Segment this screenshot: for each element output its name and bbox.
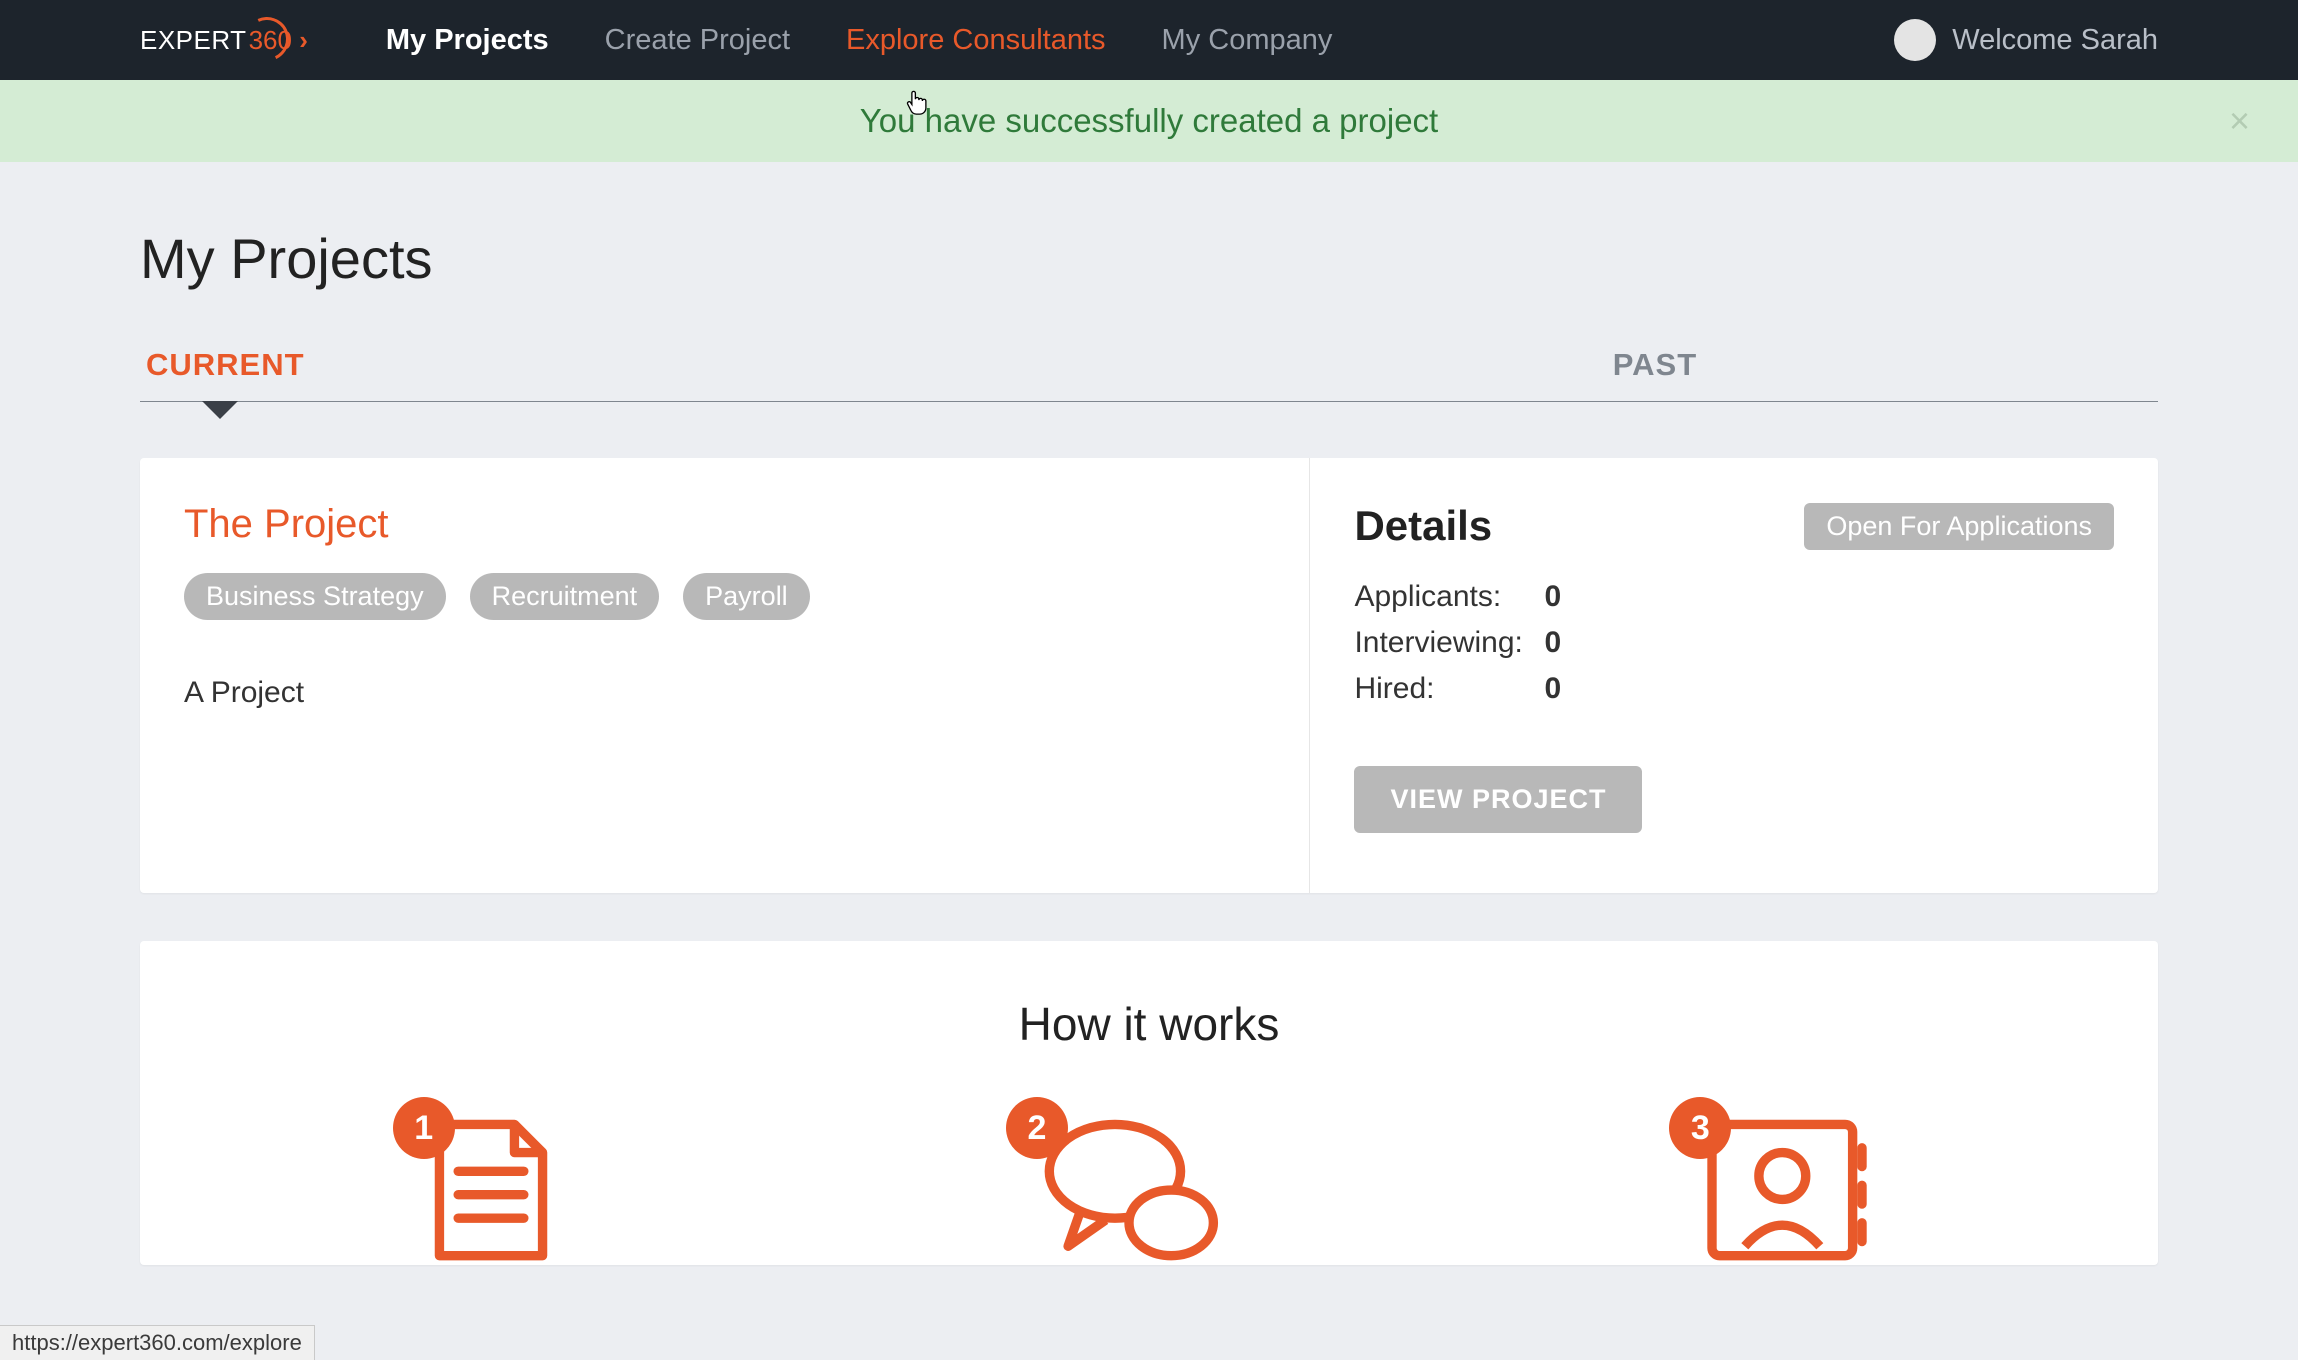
brand-logo[interactable]: EXPERT 360 › [140,25,308,56]
stat-value: 0 [1544,672,1561,706]
status-badge: Open For Applications [1804,503,2114,550]
welcome-text: Welcome Sarah [1952,24,2158,57]
stat-interviewing: Interviewing: 0 [1354,626,2114,660]
close-icon[interactable]: × [2229,100,2250,142]
view-project-button[interactable]: VIEW PROJECT [1354,766,1642,833]
stat-applicants: Applicants: 0 [1354,580,2114,614]
brand-text-a: EXPERT [140,25,247,56]
brand-text-b: 360 › [249,25,308,56]
stat-label: Interviewing: [1354,626,1544,660]
project-tags: Business Strategy Recruitment Payroll [184,573,1257,620]
nav-explore-consultants[interactable]: Explore Consultants [846,24,1106,57]
step-1: 1 [421,1115,561,1265]
tab-indicator-icon [202,401,238,419]
tag-recruitment[interactable]: Recruitment [470,573,660,620]
project-main: The Project Business Strategy Recruitmen… [140,458,1310,893]
how-it-works-card: How it works 1 2 [140,941,2158,1265]
how-it-works-steps: 1 2 3 [184,1115,2114,1265]
tag-payroll[interactable]: Payroll [683,573,810,620]
project-card: The Project Business Strategy Recruitmen… [140,458,2158,893]
user-area[interactable]: Welcome Sarah [1894,19,2158,61]
project-title[interactable]: The Project [184,502,1257,547]
step-3: 3 [1697,1115,1877,1265]
project-details: Details Open For Applications Applicants… [1310,458,2158,893]
nav-my-company[interactable]: My Company [1162,24,1333,57]
status-bar-url: https://expert360.com/explore [0,1325,315,1360]
stat-value: 0 [1544,626,1561,660]
top-nav: EXPERT 360 › My Projects Create Project … [0,0,2298,80]
flash-message: You have successfully created a project [860,102,1438,140]
project-tabs: CURRENT PAST [140,347,2158,402]
nav-create-project[interactable]: Create Project [605,24,790,57]
details-heading: Details [1354,502,1492,550]
nav-my-projects[interactable]: My Projects [386,24,549,57]
flash-banner: You have successfully created a project … [0,80,2298,162]
tab-past[interactable]: PAST [1152,347,2158,401]
step-number-badge: 3 [1669,1097,1731,1159]
stat-label: Applicants: [1354,580,1544,614]
stat-hired: Hired: 0 [1354,672,2114,706]
step-number-badge: 1 [393,1097,455,1159]
page-title: My Projects [140,226,2158,291]
project-description: A Project [184,676,1257,710]
tag-business-strategy[interactable]: Business Strategy [184,573,446,620]
tab-current[interactable]: CURRENT [140,347,1152,401]
step-2: 2 [1034,1115,1224,1265]
stat-value: 0 [1544,580,1561,614]
how-it-works-title: How it works [184,997,2114,1051]
step-number-badge: 2 [1006,1097,1068,1159]
avatar [1894,19,1936,61]
stat-label: Hired: [1354,672,1544,706]
page-body: My Projects CURRENT PAST The Project Bus… [0,162,2298,1265]
nav-links: My Projects Create Project Explore Consu… [386,24,1333,57]
